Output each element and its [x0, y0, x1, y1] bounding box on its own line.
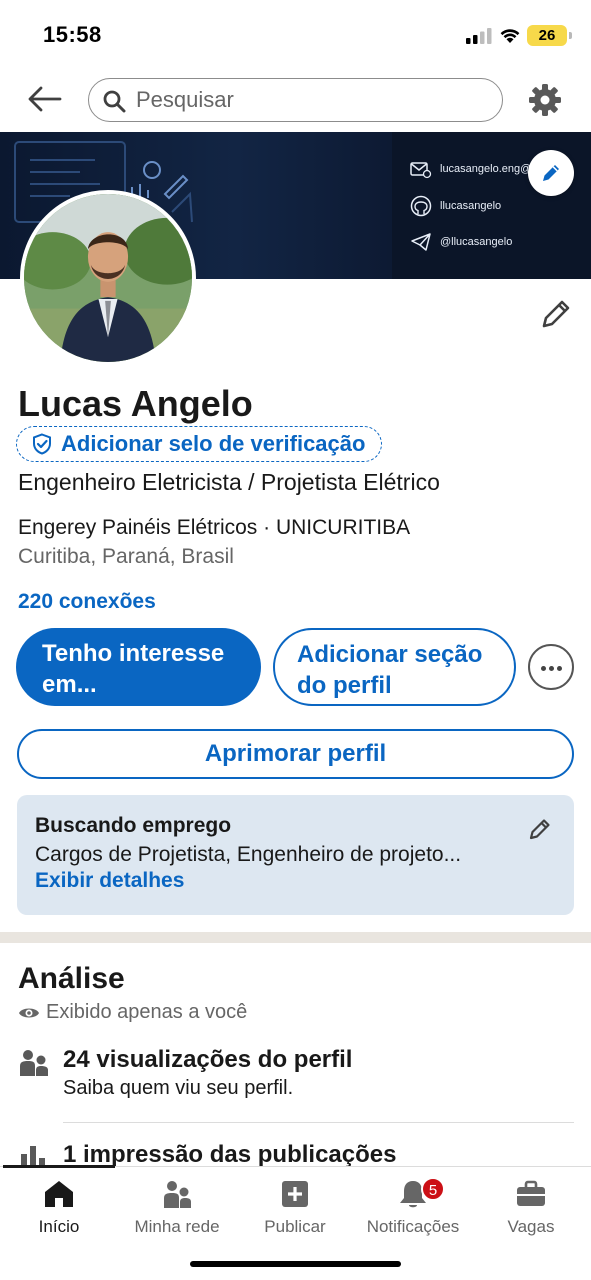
nav-post-label: Publicar	[264, 1217, 326, 1236]
improve-profile-button[interactable]: Aprimorar perfil	[17, 729, 574, 779]
add-section-label-line2: do perfil	[297, 672, 392, 699]
analytics-subtitle: Exibido apenas a você	[18, 1001, 247, 1024]
add-verification-button[interactable]: Adicionar selo de verificação	[16, 426, 383, 462]
active-tab-indicator	[3, 1165, 115, 1168]
home-indicator	[190, 1261, 401, 1267]
profile-name: Lucas Angelo	[18, 383, 253, 424]
nav-home-label: Início	[38, 1217, 80, 1236]
shield-check-icon	[33, 433, 51, 455]
nav-notifications[interactable]: 5 Notificações	[354, 1173, 472, 1237]
nav-post[interactable]: Publicar	[236, 1173, 354, 1237]
eye-icon	[19, 1008, 39, 1017]
open-to-work-card[interactable]: Buscando emprego Cargos de Projetista, E…	[17, 795, 574, 915]
mail-icon	[410, 162, 432, 179]
telegram-icon	[411, 233, 431, 251]
search-icon	[103, 90, 126, 113]
open-to-work-description: Cargos de Projetista, Engenheiro de proj…	[35, 843, 462, 866]
profile-photo	[24, 194, 192, 362]
avatar[interactable]	[20, 190, 196, 366]
more-dot	[557, 666, 562, 671]
nav-my-network-label: Minha rede	[134, 1217, 220, 1236]
battery-indicator: 26	[527, 25, 572, 46]
home-icon	[45, 1181, 73, 1207]
search-bar[interactable]	[88, 78, 503, 122]
add-profile-section-button[interactable]: Adicionar seção do perfil	[273, 628, 516, 706]
more-options-button[interactable]	[528, 644, 574, 690]
edit-banner-button[interactable]	[528, 150, 574, 196]
edit-open-to-work-pencil-icon[interactable]	[528, 817, 552, 841]
banner-github-text: llucasangelo	[440, 200, 502, 212]
cellular-signal-icon	[466, 28, 492, 44]
more-dot	[549, 666, 554, 671]
nav-jobs-label: Vagas	[507, 1217, 555, 1236]
briefcase-icon	[517, 1180, 545, 1206]
gear-icon[interactable]	[528, 83, 562, 117]
banner-telegram: @llucasangelo	[410, 230, 512, 254]
show-details-link[interactable]: Exibir detalhes	[35, 869, 184, 893]
profile-headline: Engenheiro Eletricista / Projetista Elét…	[18, 469, 440, 495]
github-icon	[410, 195, 432, 217]
pencil-icon	[543, 165, 559, 181]
more-dot	[541, 666, 546, 671]
profile-location: Curitiba, Paraná, Brasil	[18, 545, 234, 568]
nav-my-network[interactable]: Minha rede	[118, 1173, 236, 1237]
open-to-button[interactable]: Tenho interesse em...	[16, 628, 261, 706]
nav-home[interactable]: Início	[0, 1173, 118, 1237]
banner-telegram-text: @llucasangelo	[440, 236, 513, 248]
top-bar	[0, 70, 591, 132]
network-icon	[164, 1181, 191, 1208]
plus-square-icon	[282, 1181, 308, 1207]
banner-github: llucasangelo	[410, 194, 501, 218]
banner-email-text: lucasangelo.eng@h	[440, 163, 538, 175]
search-input[interactable]	[136, 85, 486, 115]
analytics-title: Análise	[18, 962, 125, 995]
section-divider	[0, 932, 591, 943]
profile-views-description: Saiba quem viu seu perfil.	[63, 1077, 294, 1099]
connections-link[interactable]: 220 conexões	[18, 590, 156, 614]
nav-jobs[interactable]: Vagas	[472, 1173, 590, 1237]
open-to-label-line1: Tenho interesse	[42, 640, 225, 667]
analytics-subtitle-text: Exibido apenas a você	[46, 1001, 248, 1023]
profile-company-school[interactable]: Engerey Painéis Elétricos · UNICURITIBA	[18, 516, 410, 540]
edit-profile-pencil-icon[interactable]	[539, 297, 573, 331]
nav-notifications-label: Notificações	[366, 1217, 460, 1236]
status-bar: 15:58 26	[0, 0, 591, 70]
add-section-label-line1: Adicionar seção	[297, 641, 483, 668]
wifi-icon	[500, 29, 520, 43]
open-to-work-title: Buscando emprego	[35, 814, 232, 837]
status-time: 15:58	[43, 22, 102, 47]
divider	[63, 1122, 574, 1123]
people-icon	[20, 1050, 48, 1076]
open-to-label-line2: em...	[42, 671, 97, 698]
notifications-badge: 5	[421, 1177, 445, 1201]
add-verification-label: Adicionar selo de verificação	[61, 431, 366, 456]
back-arrow-icon[interactable]	[26, 84, 62, 114]
profile-views-link[interactable]: 24 visualizações do perfil	[63, 1046, 352, 1074]
